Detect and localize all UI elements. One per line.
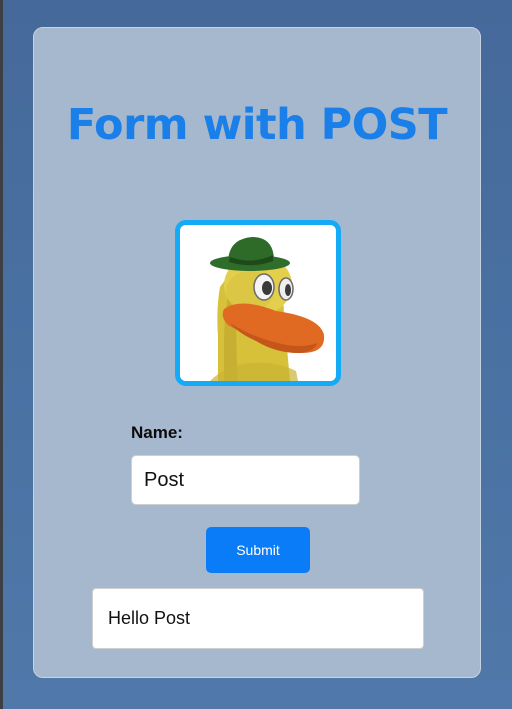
submit-button[interactable]: Submit xyxy=(206,527,310,573)
response-message: Hello Post xyxy=(92,588,424,649)
name-label: Name: xyxy=(131,423,183,442)
name-input[interactable] xyxy=(131,455,360,505)
page-title: Form with POST xyxy=(66,100,448,150)
form-card: Form with POST Name: Post Submit Hello P… xyxy=(33,27,481,678)
duck-mascot-icon xyxy=(180,225,336,381)
window-edge xyxy=(0,0,3,709)
avatar xyxy=(175,220,341,386)
